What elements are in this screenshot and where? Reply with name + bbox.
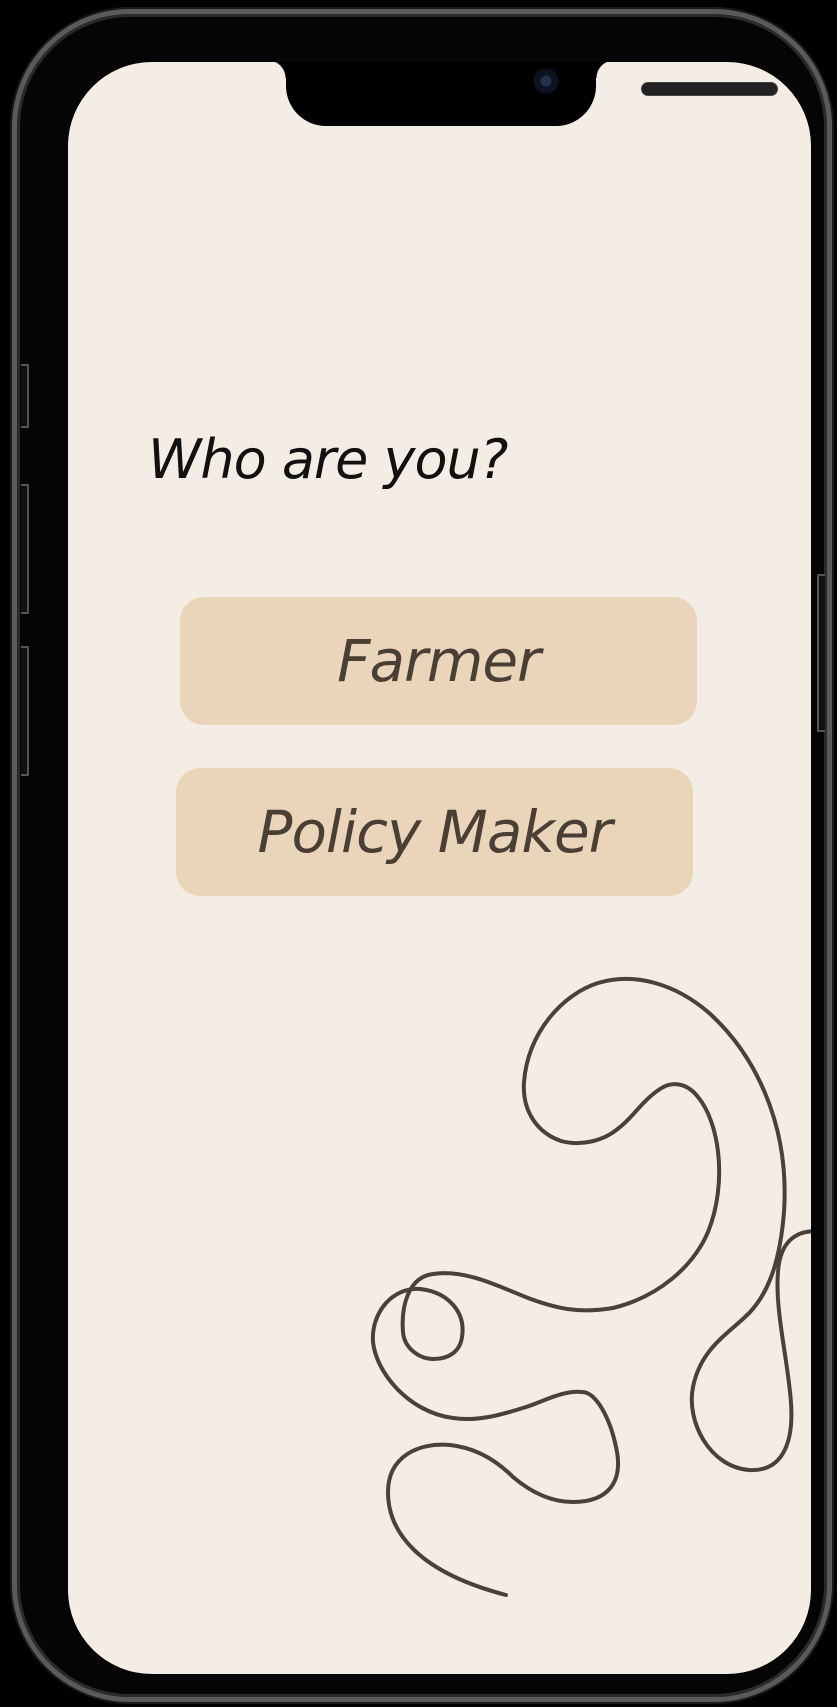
power-button: [817, 574, 825, 732]
volume-up-button: [21, 484, 29, 614]
speaker-grille: [641, 82, 778, 96]
policy-maker-button[interactable]: Policy Maker: [176, 768, 693, 896]
front-camera-icon: [533, 68, 559, 94]
page-title: Who are you?: [148, 428, 508, 491]
app-screen: Who are you? Farmer Policy Maker: [68, 62, 811, 1674]
farmer-button[interactable]: Farmer: [180, 597, 697, 725]
volume-down-button: [21, 646, 29, 776]
camera-notch: [268, 62, 778, 126]
phone-frame: Who are you? Farmer Policy Maker: [12, 9, 832, 1702]
mute-switch: [21, 364, 29, 428]
